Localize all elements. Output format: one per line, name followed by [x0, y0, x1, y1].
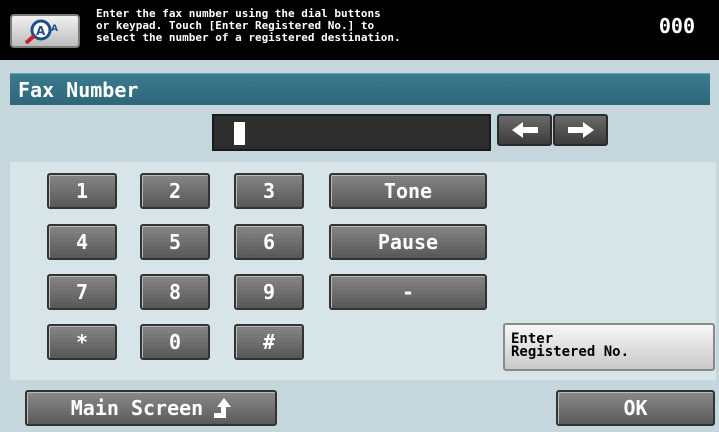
key-7[interactable]: 7: [47, 274, 117, 310]
enter-registered-no-button[interactable]: Enter Registered No.: [503, 323, 715, 371]
instruction-bar: A A Enter the fax number using the dial …: [0, 0, 719, 60]
arrow-right-icon: [567, 122, 594, 138]
key-hash[interactable]: #: [234, 324, 304, 360]
key-6[interactable]: 6: [234, 224, 304, 260]
main-screen-label: Main Screen: [70, 396, 204, 420]
key-8[interactable]: 8: [140, 274, 210, 310]
pause-button[interactable]: Pause: [329, 224, 487, 260]
key-3[interactable]: 3: [234, 173, 304, 209]
zoom-display-button[interactable]: A A: [10, 14, 80, 48]
fax-number-input[interactable]: [212, 114, 491, 151]
return-arrow-icon: [214, 398, 232, 418]
ok-button[interactable]: OK: [556, 390, 715, 426]
magnifier-aa-icon: A A: [24, 19, 58, 44]
svg-text:A: A: [36, 24, 46, 38]
arrow-left-icon: [511, 122, 538, 138]
key-5[interactable]: 5: [140, 224, 210, 260]
page-title: Fax Number: [10, 73, 710, 105]
job-counter: 000: [658, 14, 695, 38]
key-9[interactable]: 9: [234, 274, 304, 310]
main-screen-button[interactable]: Main Screen: [25, 390, 277, 426]
fax-number-panel: Fax Number 1 2 3 4 5 6 7 8 9 * 0 # Tone …: [0, 60, 719, 432]
key-4[interactable]: 4: [47, 224, 117, 260]
key-1[interactable]: 1: [47, 173, 117, 209]
cursor-left-button[interactable]: [497, 114, 552, 146]
tone-button[interactable]: Tone: [329, 173, 487, 209]
key-0[interactable]: 0: [140, 324, 210, 360]
dash-button[interactable]: -: [329, 274, 487, 310]
key-star[interactable]: *: [47, 324, 117, 360]
cursor-right-button[interactable]: [553, 114, 608, 146]
key-2[interactable]: 2: [140, 173, 210, 209]
instruction-text: Enter the fax number using the dial butt…: [96, 7, 401, 44]
text-cursor: [234, 122, 245, 145]
svg-text:A: A: [51, 24, 58, 34]
